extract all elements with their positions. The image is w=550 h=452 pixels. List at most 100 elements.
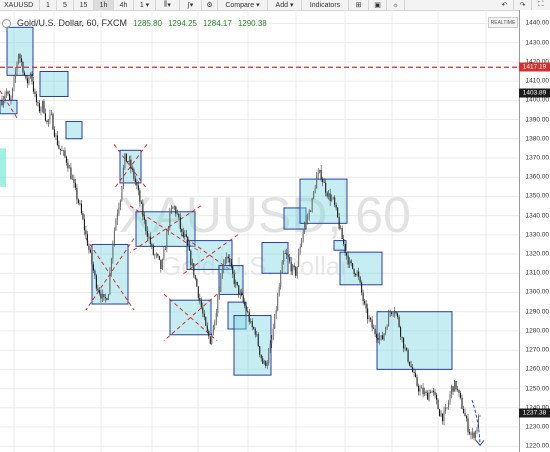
redo-icon: ↷ [519, 2, 526, 9]
candle-body [374, 328, 376, 335]
zone-box[interactable] [333, 240, 347, 251]
candle-body [434, 392, 436, 395]
add-button[interactable]: Add ▾ [268, 0, 302, 10]
candle [115, 218, 117, 231]
interval-1h[interactable]: 1h [94, 0, 114, 10]
zone-box[interactable] [339, 251, 383, 286]
candle-body [110, 258, 112, 272]
legend-dot-icon [2, 18, 11, 28]
interval-1m[interactable]: 1 [40, 0, 57, 10]
candle-body [232, 266, 234, 274]
candle [367, 303, 369, 324]
candle-body [157, 253, 159, 256]
compare-label: Compare [225, 1, 255, 9]
candle-body [432, 390, 435, 393]
candle-body [365, 303, 367, 309]
interval-15m[interactable]: 15 [74, 0, 94, 10]
redo-button[interactable]: ↷ [514, 0, 532, 10]
candle-body [341, 227, 343, 240]
snapshot-button[interactable]: ▣ [369, 0, 387, 10]
candle [434, 388, 436, 399]
candle-body [416, 376, 418, 386]
candle [68, 165, 70, 169]
candle-body [184, 234, 186, 237]
chart-type-button[interactable]: ⫼ ▾ [156, 0, 180, 10]
candle [161, 258, 163, 271]
candle [479, 414, 481, 417]
candle-body [52, 113, 54, 130]
price-tick-label: 1260.00 [525, 365, 550, 373]
candle-body [85, 230, 87, 235]
candle-body [268, 351, 270, 364]
price-axis[interactable]: 1440.001430.001420.001410.001400.001390.… [519, 10, 550, 452]
candle-body [98, 290, 100, 294]
candle-body [47, 119, 50, 123]
candle-body [109, 271, 111, 295]
candle-body [118, 207, 120, 214]
candle [461, 394, 463, 410]
candle-body [212, 325, 214, 336]
zone-box[interactable] [299, 178, 348, 224]
undo-button[interactable]: ↶ [496, 0, 514, 10]
candle-body [137, 185, 139, 191]
candle-body [179, 217, 181, 229]
settings-button[interactable]: ⚙ [202, 0, 218, 10]
candle-body [1, 100, 3, 106]
zone-box[interactable] [6, 26, 34, 76]
candle-body [437, 399, 439, 410]
fullscreen-button[interactable]: ⛶ [532, 0, 550, 10]
candle [122, 164, 124, 189]
candle [275, 305, 277, 319]
candle-body [391, 312, 393, 314]
zone-box[interactable] [0, 148, 6, 187]
candle [58, 140, 60, 150]
candle-body [371, 319, 373, 328]
candle [25, 75, 27, 81]
candle-body [444, 407, 447, 412]
candle-body [385, 328, 387, 334]
candle-body [14, 71, 17, 79]
candle-body [450, 386, 453, 395]
candle-body [328, 193, 330, 197]
candle-body [467, 418, 469, 433]
candle [38, 100, 41, 114]
candle-body [359, 276, 361, 283]
candle [316, 172, 318, 189]
candle-body [4, 94, 6, 100]
zone-box[interactable] [39, 70, 69, 97]
candle-body [161, 259, 163, 270]
interval-dropdown[interactable]: 1 ▾ [134, 0, 156, 10]
candle-body [112, 242, 114, 259]
candle-body [176, 213, 178, 215]
price-tick-label: 1220.00 [525, 442, 550, 450]
indicators-button[interactable]: Indicators [302, 0, 349, 10]
template-button[interactable]: ∫ ▾ [180, 0, 202, 10]
candle-body [170, 208, 172, 211]
symbol-search[interactable]: XAUUSD [0, 0, 40, 10]
alert-button[interactable]: ☼ [387, 0, 405, 10]
candle [1, 95, 3, 107]
candle [465, 414, 468, 422]
price-tick-label: 1270.00 [525, 346, 550, 354]
candle-body [464, 413, 466, 417]
candle-body [332, 197, 334, 198]
candle-body [287, 254, 289, 257]
layout-button[interactable]: ⊞ [349, 0, 369, 10]
candle [419, 385, 421, 396]
zone-box[interactable] [65, 120, 83, 140]
legend-open: 1285.80 [133, 18, 162, 28]
candle-body [265, 361, 267, 366]
interval-4h[interactable]: 4h [114, 0, 134, 10]
compare-button[interactable]: Compare ▾ [218, 0, 268, 10]
price-chart[interactable]: XAUUSD, 60Gold/U.S. Dollar [0, 10, 550, 452]
candle-body [205, 317, 207, 326]
candle-body [452, 386, 454, 392]
interval-5m[interactable]: 5 [57, 0, 74, 10]
candle-body [253, 327, 255, 329]
interval-dropdown-label: 1 [139, 1, 144, 9]
candle-body [77, 199, 79, 204]
candle-body [76, 187, 78, 200]
candle-body [274, 314, 276, 329]
candle-body [462, 409, 465, 414]
candle [217, 294, 219, 317]
